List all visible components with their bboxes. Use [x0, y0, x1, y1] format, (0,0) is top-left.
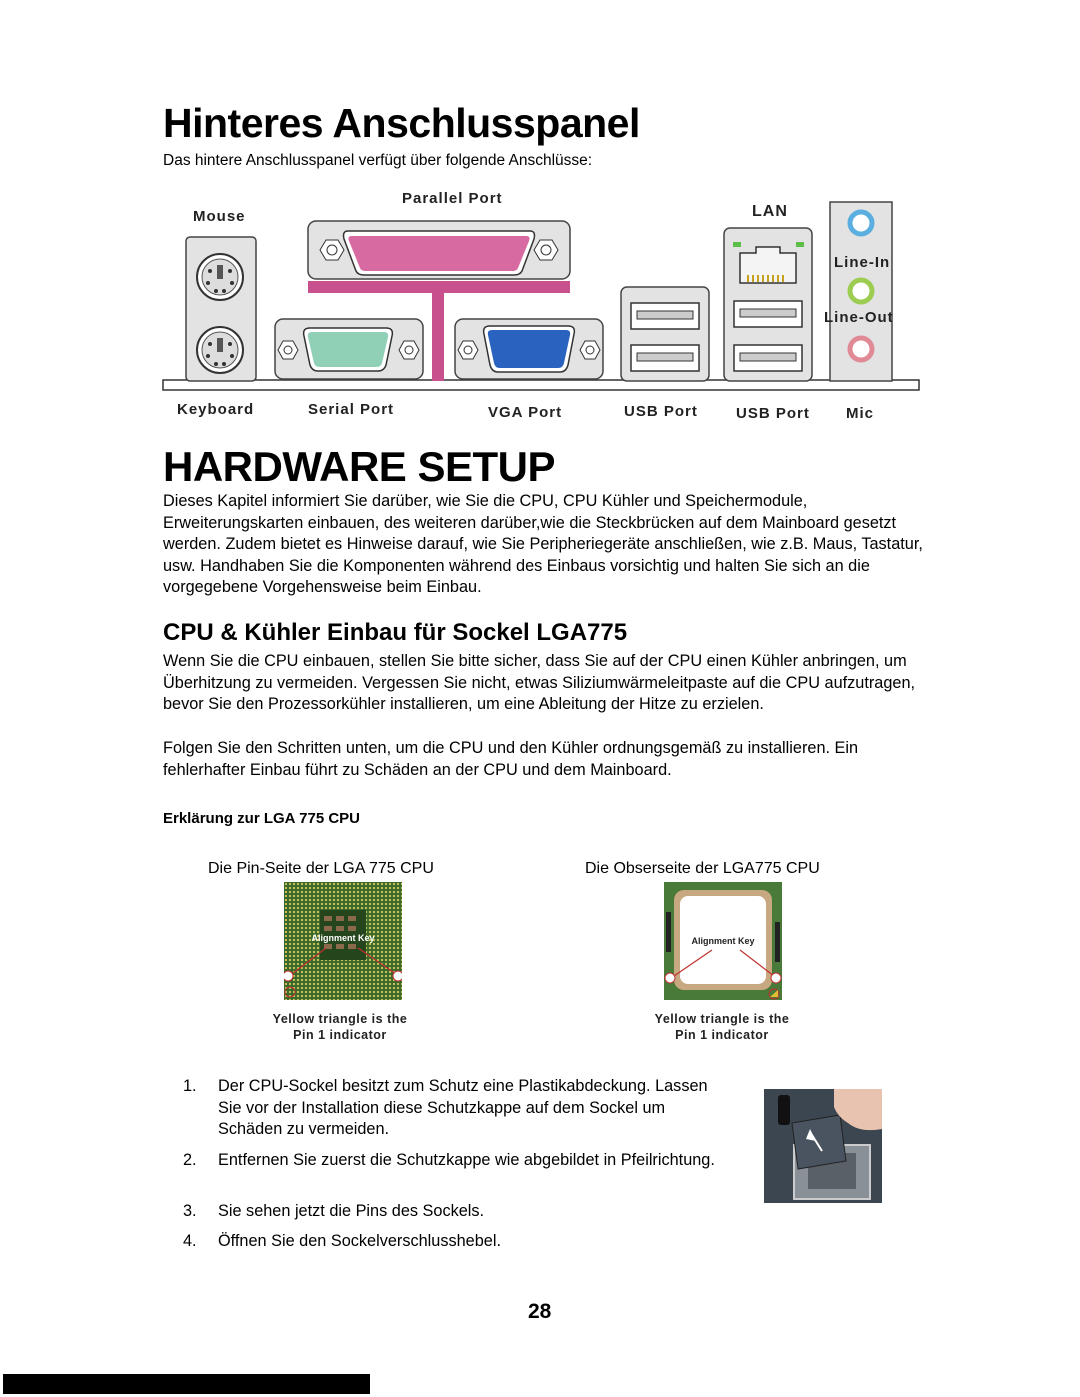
serial-port — [274, 318, 424, 380]
step-3-text: Sie sehen jetzt die Pins des Sockels. — [218, 1202, 485, 1220]
pin1-note-left-line1: Yellow triangle is the — [272, 1012, 408, 1026]
rear-panel-intro: Das hintere Anschlusspanel verfügt über … — [163, 152, 593, 169]
label-usb-port-1: USB Port — [624, 403, 698, 420]
pin1-note-right-line1: Yellow triangle is the — [654, 1012, 790, 1026]
parallel-connector-stem — [432, 293, 444, 381]
pin1-note-left: Yellow triangle is the Pin 1 indicator — [240, 1011, 440, 1043]
step-2-number: 2. — [183, 1151, 197, 1169]
label-line-in: Line-In — [834, 254, 891, 271]
parallel-connector-bar — [308, 281, 570, 293]
parallel-port — [307, 220, 571, 280]
section-title-cpu-cooler: CPU & Kühler Einbau für Sockel LGA775 — [163, 619, 628, 646]
mic-jack — [847, 335, 875, 363]
ps2-mouse-port — [196, 253, 244, 301]
cpu-cooler-body-2: Folgen Sie den Schritten unten, um die C… — [163, 739, 859, 779]
alignment-key-label-right: Alignment Key — [691, 936, 754, 946]
label-mouse: Mouse — [193, 208, 246, 225]
step-4-number: 4. — [183, 1232, 197, 1250]
caption-pin-side: Die Pin-Seite der LGA 775 CPU — [208, 860, 434, 877]
socket-cover-photo — [764, 1089, 882, 1203]
pin1-note-right-line2: Pin 1 indicator — [675, 1028, 769, 1042]
label-parallel-port: Parallel Port — [402, 190, 503, 207]
back-panel-diagram — [162, 201, 920, 391]
label-keyboard: Keyboard — [177, 401, 255, 418]
caption-top-side: Die Obserseite der LGA775 CPU — [585, 860, 820, 877]
label-vga-port: VGA Port — [488, 404, 563, 421]
line-out-jack — [847, 277, 875, 305]
step-1-number: 1. — [183, 1077, 197, 1095]
ps2-keyboard-port — [196, 326, 244, 374]
step-1-text: Der CPU-Sockel besitzt zum Schutz eine P… — [218, 1077, 708, 1139]
step-2-text: Entfernen Sie zuerst die Schutzkappe wie… — [218, 1151, 715, 1169]
label-mic: Mic — [846, 405, 875, 422]
vga-port — [454, 318, 604, 380]
pin1-note-left-line2: Pin 1 indicator — [293, 1028, 387, 1042]
audio-jacks — [829, 201, 893, 382]
footer-bar — [3, 1374, 370, 1394]
section-title-hardware-setup: HARDWARE SETUP — [163, 443, 556, 490]
page-number: 28 — [528, 1300, 552, 1323]
lan-usb-block — [723, 227, 813, 382]
cpu-top-side-image: Alignment Key — [664, 882, 782, 1000]
label-lan: LAN — [752, 203, 788, 220]
usb-port-block-1 — [620, 286, 710, 382]
cpu-pin-side-image: Alignment Key — [282, 882, 404, 1000]
label-line-out: Line-Out — [824, 309, 894, 326]
alignment-key-label-left: Alignment Key — [311, 933, 374, 943]
section-title-rear-panel: Hinteres Anschlusspanel — [163, 100, 640, 146]
label-serial-port: Serial Port — [308, 401, 395, 418]
hardware-setup-body: Dieses Kapitel informiert Sie darüber, w… — [163, 492, 923, 597]
step-4-text: Öffnen Sie den Sockelverschlusshebel. — [218, 1232, 501, 1250]
ps2-ports — [185, 236, 257, 382]
line-in-jack — [847, 209, 875, 237]
pin1-note-right: Yellow triangle is the Pin 1 indicator — [622, 1011, 822, 1043]
cpu-cooler-body-1: Wenn Sie die CPU einbauen, stellen Sie b… — [163, 652, 916, 714]
subheading-lga775: Erklärung zur LGA 775 CPU — [163, 810, 360, 827]
step-3-number: 3. — [183, 1202, 197, 1220]
label-usb-port-2: USB Port — [736, 405, 810, 422]
